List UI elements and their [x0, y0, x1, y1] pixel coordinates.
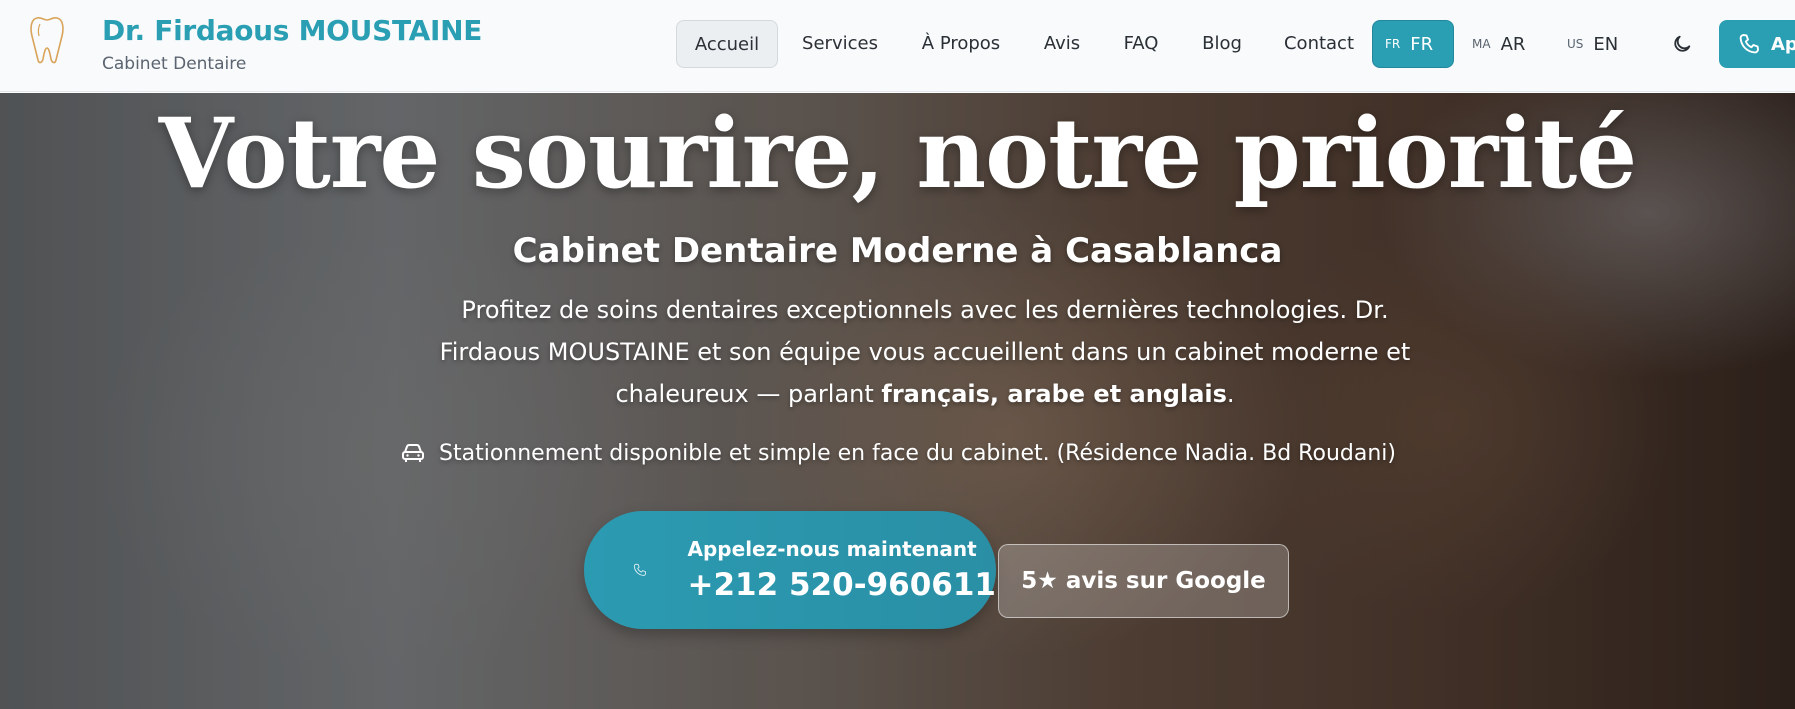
site-header: Dr. Firdaous MOUSTAINE Cabinet Dentaire …: [0, 0, 1795, 92]
call-number: +212 520-960611: [687, 567, 996, 603]
brand-subtitle: Cabinet Dentaire: [102, 54, 247, 74]
hero-languages: français, arabe et anglais: [881, 380, 1227, 408]
call-now-button[interactable]: Appelez-nous maintenant +212 520-960611: [584, 511, 996, 629]
nav-item-services[interactable]: Services: [792, 20, 888, 68]
car-icon: [402, 444, 425, 462]
hero-title: Votre sourire, notre priorité: [158, 97, 1637, 210]
lang-option-fr[interactable]: FR FR: [1372, 20, 1454, 68]
parking-info: Stationnement disponible et simple en fa…: [0, 439, 1795, 467]
nav-item-a-propos[interactable]: À Propos: [912, 20, 1010, 68]
parking-text: Stationnement disponible et simple en fa…: [439, 440, 1396, 466]
moon-icon: [1674, 35, 1691, 52]
nav-item-accueil[interactable]: Accueil: [676, 20, 778, 68]
lang-code-ma: MA: [1472, 37, 1491, 51]
lang-code-fr: FR: [1385, 37, 1401, 51]
nav-item-avis[interactable]: Avis: [1034, 20, 1090, 68]
hero-section: Votre sourire, notre priorité Cabinet De…: [0, 93, 1795, 709]
hero-subtitle: Cabinet Dentaire Moderne à Casablanca: [512, 231, 1283, 271]
nav-item-faq[interactable]: FAQ: [1114, 20, 1168, 68]
header-call-label: Ap: [1771, 33, 1795, 55]
header-call-button[interactable]: Ap: [1719, 20, 1795, 68]
lang-label-en: EN: [1593, 33, 1619, 55]
tooth-icon[interactable]: [28, 14, 66, 66]
phone-icon: [1739, 34, 1759, 54]
lang-label-fr: FR: [1410, 33, 1434, 55]
google-reviews-button[interactable]: 5★ avis sur Google: [998, 544, 1289, 618]
phone-icon: [633, 563, 647, 576]
nav-item-contact[interactable]: Contact: [1276, 20, 1362, 68]
lang-label-ar: AR: [1500, 33, 1526, 55]
hero-description: Profitez de soins dentaires exceptionnel…: [439, 296, 1411, 408]
lang-code-us: US: [1567, 37, 1584, 51]
theme-toggle-button[interactable]: [1664, 26, 1700, 62]
lang-option-en[interactable]: US EN: [1567, 20, 1633, 68]
call-label: Appelez-nous maintenant: [687, 537, 977, 561]
lang-option-ar[interactable]: MA AR: [1472, 20, 1540, 68]
nav-item-blog[interactable]: Blog: [1192, 20, 1252, 68]
brand-name[interactable]: Dr. Firdaous MOUSTAINE: [102, 14, 482, 47]
